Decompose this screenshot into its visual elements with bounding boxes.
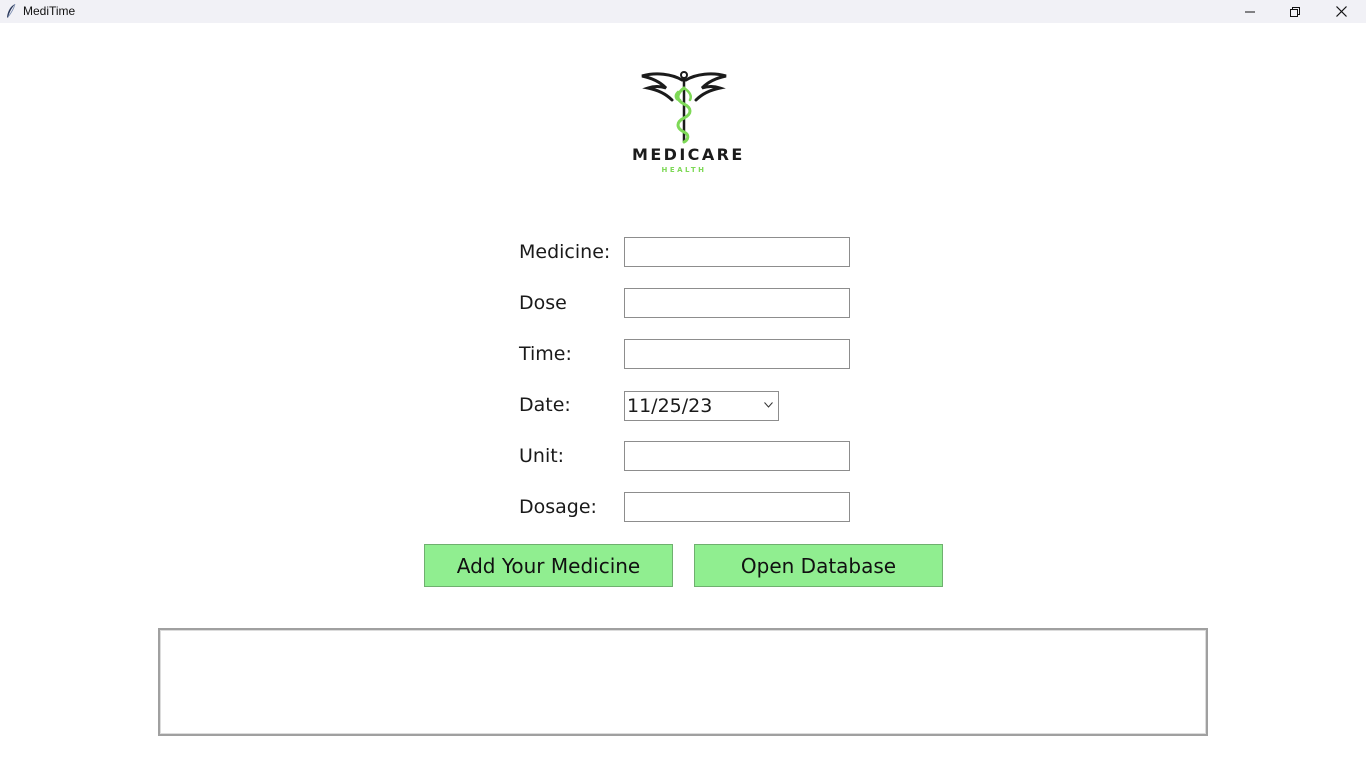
medicare-logo: MEDICARE HEALTH [632,70,745,178]
dosage-label: Dosage: [519,496,597,518]
minimize-icon [1245,11,1255,12]
medicine-label: Medicine: [519,241,611,263]
time-input[interactable] [624,339,850,369]
close-button[interactable] [1318,0,1364,23]
date-label: Date: [519,394,571,416]
chevron-down-icon[interactable] [764,402,773,408]
logo-sub-text: HEALTH [661,166,707,174]
time-label: Time: [519,343,572,365]
close-icon [1335,6,1347,17]
title-bar: MediTime [0,0,1366,23]
feather-icon [7,3,16,18]
restore-button[interactable] [1272,0,1318,23]
unit-input[interactable] [624,441,850,471]
open-database-button[interactable]: Open Database [694,544,943,587]
dose-input[interactable] [624,288,850,318]
output-text [160,630,1206,734]
unit-label: Unit: [519,445,565,467]
date-picker[interactable]: 11/25/23 [624,391,779,421]
medicine-input[interactable] [624,237,850,267]
output-text-area[interactable] [158,628,1208,736]
restore-icon [1290,6,1300,17]
caduceus-icon [641,71,727,144]
dosage-input[interactable] [624,492,850,522]
add-medicine-button[interactable]: Add Your Medicine [424,544,673,587]
logo-brand-text: MEDICARE [632,145,745,164]
minimize-button[interactable] [1227,0,1273,23]
dose-label: Dose [519,292,567,314]
window-title: MediTime [23,4,76,18]
date-value: 11/25/23 [627,395,713,417]
